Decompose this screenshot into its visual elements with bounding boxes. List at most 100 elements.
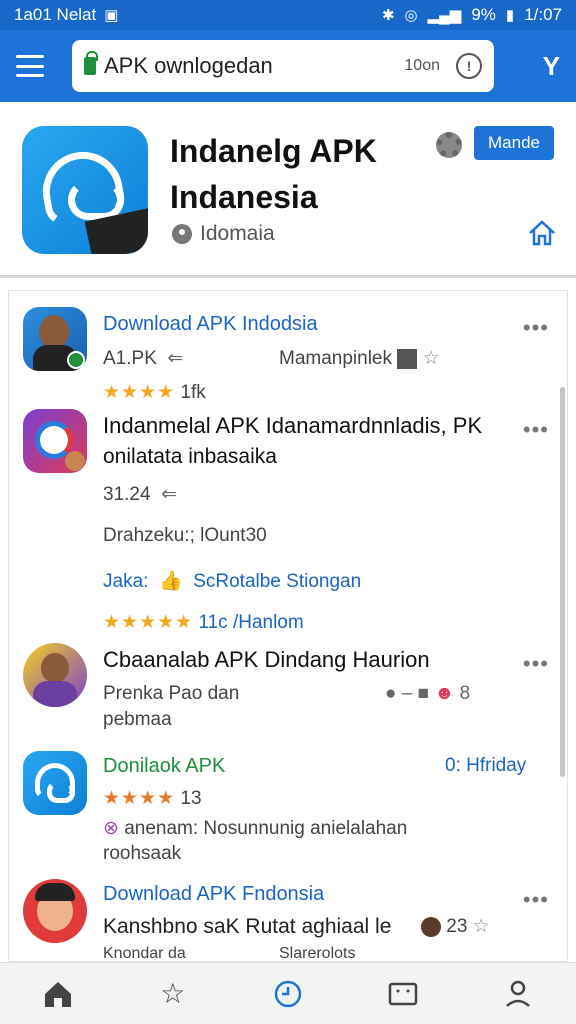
list-item[interactable]: Donilaok APK 0: Hfriday ★★★★ 13 ⊗ anenam…	[9, 751, 549, 871]
item-line2: pebmaa	[103, 709, 172, 730]
dash-icon: –	[401, 683, 413, 704]
item-version-text: 31.24	[103, 484, 151, 505]
location-row: Idomaia	[172, 222, 275, 246]
item-rating-text: 1fk	[180, 382, 206, 403]
item-title[interactable]: Cbaanalab APK Dindang Haurion	[103, 647, 430, 673]
rating-stars-icon: ★★★★	[103, 788, 176, 809]
signal-icon: ▂▄▆	[427, 7, 462, 24]
item-title[interactable]: Indanmelal APK Idanamardnnladis, PK	[103, 413, 482, 439]
tag-icon[interactable]: ■	[418, 683, 429, 704]
bluetooth-icon: ✱	[381, 7, 395, 24]
home-outline-icon[interactable]	[528, 220, 556, 246]
item-tag: Jaka: 👍 ScRotalbe Stiongan	[103, 569, 361, 593]
vibrate-icon: ◎	[404, 7, 418, 24]
bottom-nav: ☆	[0, 962, 576, 1024]
thumbs-up-icon[interactable]: 👍	[154, 571, 188, 592]
item-rating: ★★★★ 13	[103, 787, 202, 810]
item-title[interactable]: Download APK Indodsia	[103, 313, 318, 336]
item-rating: ★★★★ 1fk	[103, 381, 206, 404]
status-time: 1/:07	[524, 5, 562, 24]
item-meta-right: Mamanpinlek	[279, 348, 392, 369]
item-line2-left: Knondar da	[103, 945, 186, 962]
item-meta-left: A1.PK	[103, 348, 157, 369]
mode-button[interactable]: Mande	[474, 126, 554, 160]
profile-icon[interactable]	[498, 974, 538, 1014]
list-item[interactable]: Download APK Indodsia A1.PK ⇐ Mamanpinle…	[9, 307, 549, 407]
rating-stars-icon: ★★★★★	[103, 612, 194, 633]
clock-icon[interactable]	[268, 974, 308, 1014]
status-right: ✱ ◎ ▂▄▆ 9% ▮ 1/:07	[382, 5, 562, 25]
item-rating-text: 13	[180, 788, 202, 809]
scrollbar[interactable]	[560, 387, 565, 777]
item-avatar	[23, 751, 87, 815]
user-thumb-icon	[397, 348, 418, 369]
item-title[interactable]: Donilaok APK	[103, 755, 225, 778]
item-title[interactable]: Download APK Fndonsia	[103, 883, 324, 906]
item-line1: Kanshbno saK Rutat aghiaal le	[103, 915, 392, 938]
search-box[interactable]: APK ownlogedan 10on !	[72, 40, 494, 92]
item-meta: A1.PK ⇐	[103, 347, 183, 370]
fork-icon[interactable]: Y	[543, 51, 560, 82]
item-right: 23 ☆	[421, 915, 490, 938]
item-avatar	[23, 307, 87, 371]
location-pin-icon	[172, 224, 192, 244]
item-rating: ★★★★★ 11c /Hanlom	[103, 611, 304, 634]
more-options-icon[interactable]: •••	[523, 417, 549, 443]
location-text: Idomaia	[200, 222, 275, 245]
user-avatar-icon	[421, 916, 441, 937]
star-outline-icon[interactable]: ☆	[423, 348, 440, 369]
gear-icon[interactable]	[436, 132, 462, 158]
emoji-icon[interactable]: ☻	[434, 683, 454, 704]
count-icon: 8	[459, 683, 471, 704]
tablet-icon[interactable]	[383, 974, 423, 1014]
more-options-icon[interactable]: •••	[523, 651, 549, 677]
status-left: 1a01 Nelat ▣	[14, 5, 118, 25]
app-header-card: Indanelg APK Indanesia Idomaia Mande	[0, 102, 576, 278]
search-size-text: 10on	[404, 57, 440, 74]
item-detail: Drahzeku:; lOunt30	[103, 525, 267, 546]
item-avatar	[23, 643, 87, 707]
rating-stars-icon: ★★★★	[103, 382, 176, 403]
status-carrier-text: 1a01 Nelat	[14, 5, 97, 24]
home-icon[interactable]	[38, 974, 78, 1014]
app-logo	[22, 126, 148, 254]
item-line1-text: anenam: Nosunnunig anielalahan	[124, 818, 408, 839]
search-input[interactable]: APK ownlogedan	[104, 53, 404, 79]
item-line2-right: Slarerolots	[279, 945, 356, 962]
item-rating-text: 11c /Hanlom	[198, 612, 304, 633]
notification-icon: ▣	[104, 7, 119, 24]
badge-icon: ⊗	[103, 818, 119, 839]
battery-icon: ▮	[505, 7, 515, 24]
item-avatar	[23, 879, 87, 943]
list-item[interactable]: Download APK Fndonsia Kanshbno saK Rutat…	[9, 879, 549, 962]
page-title: Indanelg APK Indanesia	[170, 133, 377, 215]
item-right-text: 23	[446, 916, 468, 937]
list-item[interactable]: Indanmelal APK Idanamardnnladis, PK onil…	[9, 409, 549, 639]
item-line2: roohsaak	[103, 843, 182, 864]
item-line1: Prenka Pao dan	[103, 683, 240, 704]
menu-icon[interactable]	[16, 55, 44, 77]
share-icon[interactable]: ⇐	[162, 348, 183, 369]
item-right-text: 0: Hfriday	[445, 755, 527, 776]
list-item[interactable]: Cbaanalab APK Dindang Haurion Prenka Pao…	[9, 643, 549, 743]
star-outline-icon[interactable]: ☆	[473, 916, 490, 937]
item-line1: ⊗ anenam: Nosunnunig anielalahan	[103, 817, 407, 840]
item-title-line2: onilatata inbasaika	[103, 445, 277, 468]
item-action-icons: ● – ■ ☻ 8	[385, 683, 470, 705]
more-options-icon[interactable]: •••	[523, 887, 549, 913]
lock-icon	[84, 51, 98, 75]
item-version: 31.24 ⇐	[103, 483, 177, 506]
share-icon[interactable]: ⇐	[156, 484, 177, 505]
item-tag-label: Jaka:	[103, 571, 149, 592]
location-pin-icon[interactable]: ●	[385, 683, 396, 704]
more-options-icon[interactable]: •••	[523, 315, 549, 341]
item-avatar	[23, 409, 87, 473]
search-icon[interactable]: !	[456, 53, 482, 79]
star-icon[interactable]: ☆	[153, 974, 193, 1014]
item-meta-right-row: Mamanpinlek ☆	[279, 347, 440, 370]
status-bar: 1a01 Nelat ▣ ✱ ◎ ▂▄▆ 9% ▮ 1/:07	[0, 0, 576, 30]
app-bar: APK ownlogedan 10on ! Y	[0, 30, 576, 102]
battery-percent: 9%	[471, 5, 496, 24]
item-tag-value[interactable]: ScRotalbe Stiongan	[193, 571, 361, 592]
app-list[interactable]: Download APK Indodsia A1.PK ⇐ Mamanpinle…	[8, 290, 568, 962]
